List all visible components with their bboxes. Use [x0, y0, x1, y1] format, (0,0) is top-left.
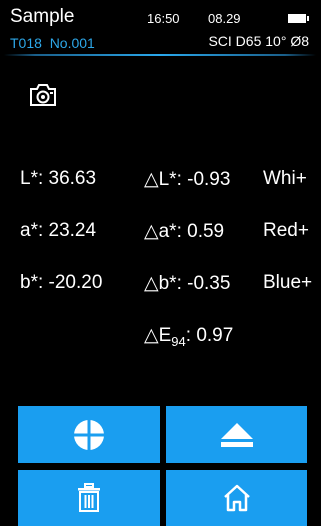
- home-button[interactable]: [166, 470, 307, 526]
- eject-button[interactable]: [166, 406, 307, 463]
- eject-icon: [220, 422, 253, 447]
- delta-a-note: Red+: [263, 220, 309, 241]
- title: Sample: [10, 6, 75, 27]
- home-icon: [223, 484, 250, 512]
- sample-id: T018 No.001: [10, 35, 95, 51]
- trash-icon: [78, 483, 100, 512]
- delta-e-subscript: 94: [171, 333, 186, 349]
- delta-l-value: △L*: -0.93: [144, 169, 231, 190]
- header-divider: [4, 54, 316, 56]
- date: 08.29: [208, 11, 241, 26]
- delta-a-value: △a*: 0.59: [144, 221, 225, 242]
- delta-e-value: △E94: 0.97: [144, 324, 233, 349]
- crosshair-icon: [73, 418, 105, 451]
- delta-e-prefix: △E: [144, 325, 172, 346]
- delta-b-value: △b*: -0.35: [144, 273, 231, 294]
- delta-b-note: Blue+: [263, 272, 313, 293]
- b-star-value: b*: -20.20: [20, 272, 103, 293]
- delta-e-number: : 0.97: [185, 325, 234, 346]
- delete-button[interactable]: [18, 470, 160, 526]
- measurement-condition: SCI D65 10° Ø8: [208, 33, 309, 49]
- battery-icon: [288, 14, 309, 23]
- measure-button[interactable]: [18, 406, 160, 463]
- camera-icon[interactable]: [28, 82, 58, 113]
- l-star-value: L*: 36.63: [20, 168, 97, 189]
- a-star-value: a*: 23.24: [20, 220, 97, 241]
- clock-time: 16:50: [147, 11, 180, 26]
- delta-l-note: Whi+: [263, 168, 307, 189]
